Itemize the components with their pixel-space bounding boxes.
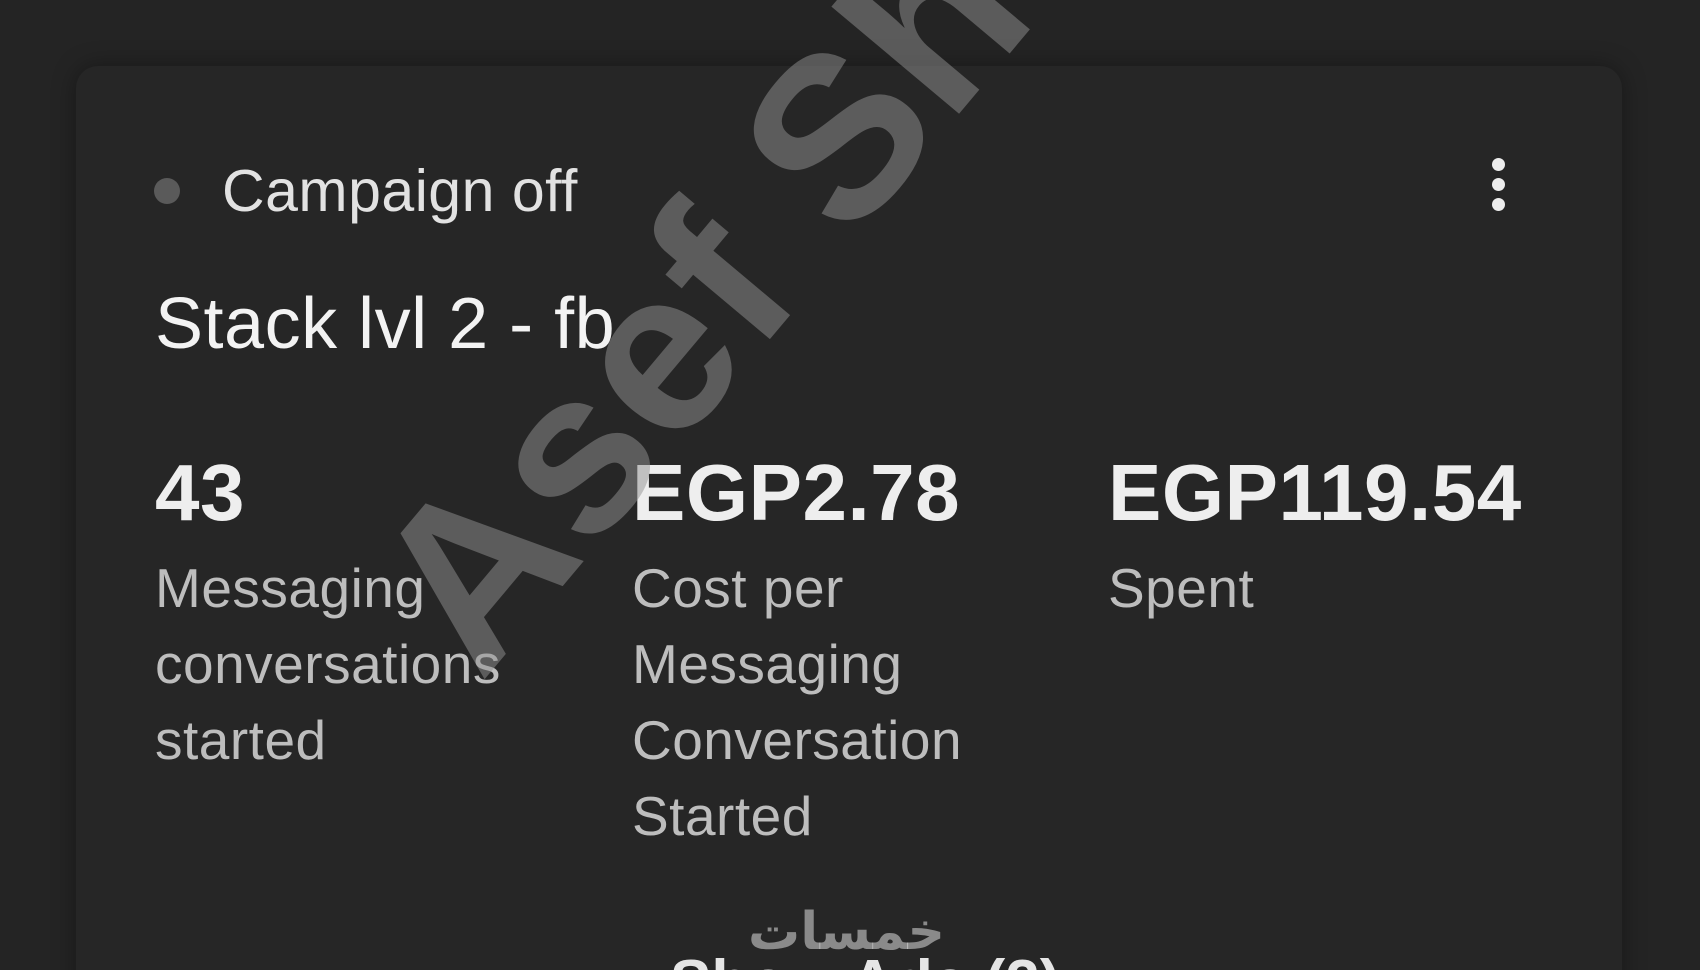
metric-spent: EGP119.54 Spent	[1108, 448, 1588, 626]
metric-cost-per-conversation: EGP2.78 Cost per Messaging Conversation …	[632, 448, 1032, 854]
screen: Campaign off Stack lvl 2 - fb 43 Messagi…	[0, 0, 1700, 970]
campaign-status-row: Campaign off	[154, 156, 578, 226]
metric-value: 43	[155, 448, 245, 537]
show-ads-link[interactable]: Show Ads (2)	[670, 948, 1060, 970]
metric-label: Spent	[1108, 557, 1255, 619]
metric-value: EGP119.54	[1108, 448, 1522, 537]
metric-label: Messaging conversations started	[155, 557, 501, 771]
more-vertical-icon[interactable]	[1484, 158, 1514, 228]
status-dot-icon	[154, 178, 180, 204]
metric-value: EGP2.78	[632, 448, 961, 537]
metric-label: Cost per Messaging Conversation Started	[632, 557, 963, 847]
campaign-name[interactable]: Stack lvl 2 - fb	[155, 284, 615, 364]
campaign-status-text: Campaign off	[222, 158, 578, 224]
metric-messaging-conversations: 43 Messaging conversations started	[155, 448, 555, 778]
